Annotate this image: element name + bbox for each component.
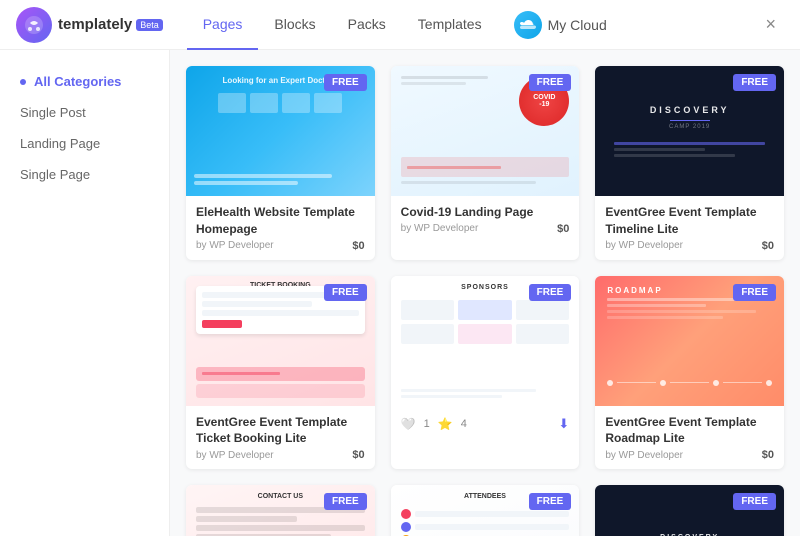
card-price: $0 [352, 240, 364, 252]
card-author: by WP Developer [401, 223, 479, 234]
free-badge: FREE [529, 284, 572, 301]
card-title: EventGree Event Template Timeline Lite [605, 204, 774, 238]
template-grid: Looking for an Expert Doctor? [186, 66, 784, 536]
card-title: Covid-19 Landing Page [401, 204, 570, 221]
free-badge: FREE [529, 493, 572, 510]
cloud-icon [514, 11, 542, 39]
card-actions: 🤍 1 ⭐ 4 ⬇ [401, 416, 570, 432]
logo-icon [16, 7, 52, 43]
card-meta: by WP Developer $0 [196, 240, 365, 252]
card-price: $0 [557, 223, 569, 235]
card-body: 🤍 1 ⭐ 4 ⬇ [391, 406, 580, 440]
card-author: by WP Developer [196, 240, 274, 251]
download-icon[interactable]: ⬇ [558, 416, 569, 432]
table-row[interactable]: COVID-19 FREE [391, 66, 580, 260]
card-thumbnail: DISCOVERY CAMP 2019 FREE [595, 66, 784, 196]
table-row[interactable]: CONTACT US FREE [186, 485, 375, 536]
nav-tabs: Pages Blocks Packs Templates My Cloud [187, 0, 758, 50]
card-title: EventGree Event Template Ticket Booking … [196, 414, 365, 448]
card-body: EventGree Event Template Roadmap Lite by… [595, 406, 784, 470]
card-price: $0 [762, 449, 774, 461]
tab-templates[interactable]: Templates [402, 0, 498, 50]
card-meta: by WP Developer $0 [605, 449, 774, 461]
card-thumbnail: ATTENDEES [391, 485, 580, 536]
card-title: EventGree Event Template Roadmap Lite [605, 414, 774, 448]
close-button[interactable]: × [757, 10, 784, 39]
card-author: by WP Developer [605, 450, 683, 461]
content-area: Looking for an Expert Doctor? [170, 50, 800, 536]
table-row[interactable]: ROADMAP [595, 276, 784, 470]
table-row[interactable]: TICKET BOOKING [186, 276, 375, 470]
tab-my-cloud[interactable]: My Cloud [498, 0, 623, 50]
my-cloud-label: My Cloud [548, 17, 607, 33]
card-thumbnail: COVID-19 FREE [391, 66, 580, 196]
card-thumbnail: SPONSORS [391, 276, 580, 406]
card-body: EventGree Event Template Ticket Booking … [186, 406, 375, 470]
card-meta: by WP Developer $0 [196, 449, 365, 461]
card-meta: by WP Developer $0 [605, 240, 774, 252]
free-badge: FREE [733, 74, 776, 91]
heart-icon[interactable]: 🤍 [401, 417, 416, 431]
card-price: $0 [762, 240, 774, 252]
free-badge: FREE [733, 284, 776, 301]
sidebar: All Categories Single Post Landing Page … [0, 50, 170, 536]
table-row[interactable]: DISCOVERY CAMP 2019 00:00:00 FREE [595, 485, 784, 536]
table-row[interactable]: Looking for an Expert Doctor? [186, 66, 375, 260]
sidebar-item-landing-page[interactable]: Landing Page [0, 128, 169, 159]
card-thumbnail: DISCOVERY CAMP 2019 00:00:00 FREE [595, 485, 784, 536]
card-body: EleHealth Website Template Homepage by W… [186, 196, 375, 260]
free-badge: FREE [529, 74, 572, 91]
table-row[interactable]: ATTENDEES [391, 485, 580, 536]
tab-pages[interactable]: Pages [187, 0, 259, 50]
main-area: All Categories Single Post Landing Page … [0, 50, 800, 536]
card-price: $0 [352, 449, 364, 461]
sidebar-item-single-post[interactable]: Single Post [0, 97, 169, 128]
heart-count: 1 [424, 418, 430, 430]
tab-blocks[interactable]: Blocks [258, 0, 331, 50]
sidebar-item-all-categories[interactable]: All Categories [0, 66, 169, 97]
star-count: 4 [461, 418, 467, 430]
star-icon[interactable]: ⭐ [438, 417, 453, 431]
free-badge: FREE [324, 493, 367, 510]
tab-packs[interactable]: Packs [332, 0, 402, 50]
table-row[interactable]: DISCOVERY CAMP 2019 FREE EventGree Event… [595, 66, 784, 260]
active-dot [20, 79, 26, 85]
beta-badge: Beta [136, 19, 163, 31]
card-author: by WP Developer [196, 450, 274, 461]
logo-text: templately [58, 16, 132, 33]
free-badge: FREE [324, 74, 367, 91]
table-row[interactable]: SPONSORS [391, 276, 580, 470]
card-body: Covid-19 Landing Page by WP Developer $0 [391, 196, 580, 243]
card-body: EventGree Event Template Timeline Lite b… [595, 196, 784, 260]
free-badge: FREE [733, 493, 776, 510]
logo-area: templately Beta [16, 7, 163, 43]
header: templately Beta Pages Blocks Packs Templ… [0, 0, 800, 50]
card-thumbnail: ROADMAP [595, 276, 784, 406]
card-thumbnail: TICKET BOOKING [186, 276, 375, 406]
free-badge: FREE [324, 284, 367, 301]
card-author: by WP Developer [605, 240, 683, 251]
card-thumbnail: CONTACT US FREE [186, 485, 375, 536]
card-title: EleHealth Website Template Homepage [196, 204, 365, 238]
card-thumbnail: Looking for an Expert Doctor? [186, 66, 375, 196]
sidebar-item-single-page[interactable]: Single Page [0, 159, 169, 190]
card-meta: by WP Developer $0 [401, 223, 570, 235]
